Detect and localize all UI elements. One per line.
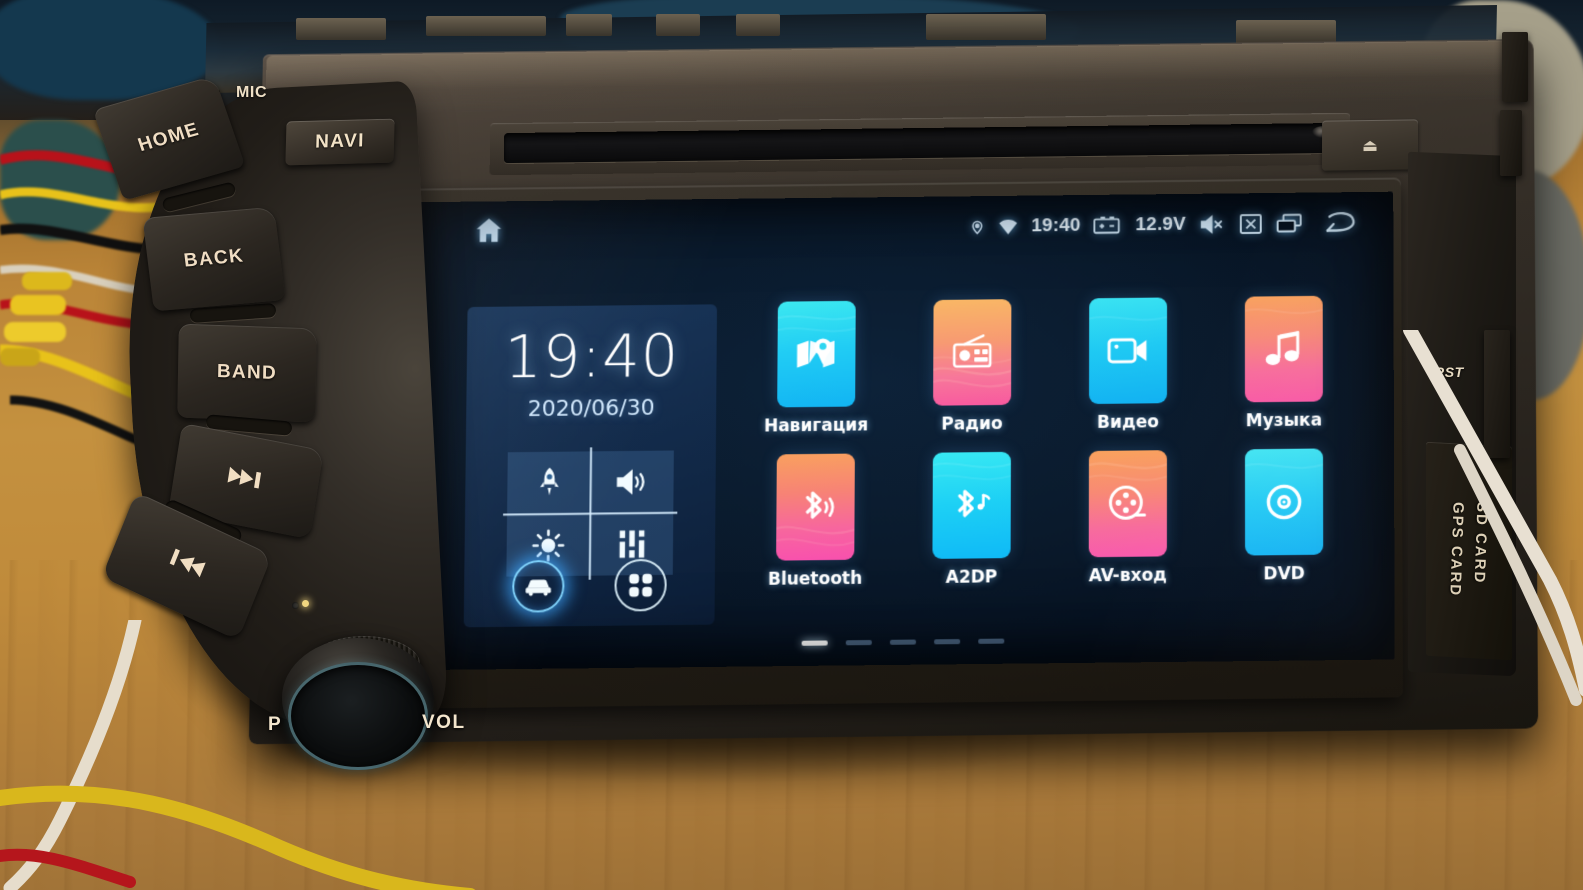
app-label: Музыка bbox=[1245, 410, 1323, 432]
app-dvd[interactable]: DVD bbox=[1218, 448, 1350, 585]
eject-button[interactable]: ⏏ bbox=[1321, 119, 1419, 171]
next-track-glyph bbox=[227, 466, 262, 489]
volume-knob[interactable] bbox=[288, 662, 428, 770]
home-button-label: HOME bbox=[135, 119, 203, 157]
quick-setting-boost[interactable] bbox=[507, 451, 591, 514]
page-indicator bbox=[411, 634, 1394, 650]
wifi-icon bbox=[997, 218, 1018, 235]
disc-icon bbox=[1264, 482, 1304, 523]
status-bar: 19:40 12.9V bbox=[416, 192, 1393, 264]
unit-shadow bbox=[0, 640, 1583, 890]
reset-button[interactable] bbox=[1439, 387, 1452, 400]
back-button[interactable]: BACK bbox=[142, 206, 286, 312]
recent-apps-icon[interactable] bbox=[1276, 213, 1303, 235]
volume-mute-icon[interactable] bbox=[1199, 213, 1226, 235]
car-shortcut-button[interactable] bbox=[511, 559, 565, 613]
eject-icon: ⏏ bbox=[1361, 135, 1379, 155]
disc-slot[interactable] bbox=[503, 122, 1342, 164]
page-dot[interactable] bbox=[801, 640, 828, 646]
brightness-icon bbox=[532, 528, 565, 561]
widget-shortcuts bbox=[464, 558, 715, 613]
band-button[interactable]: BAND bbox=[177, 323, 317, 423]
app-tile[interactable] bbox=[1089, 297, 1168, 405]
app-tile[interactable] bbox=[933, 299, 1012, 406]
app-tile[interactable] bbox=[776, 453, 855, 561]
status-voltage: 12.9V bbox=[1135, 213, 1187, 236]
app-tile[interactable] bbox=[1088, 450, 1167, 558]
app-tile[interactable] bbox=[932, 451, 1011, 559]
band-button-label: BAND bbox=[216, 360, 278, 385]
app-tile[interactable] bbox=[777, 300, 856, 408]
clock-time: 19:40 bbox=[503, 320, 680, 392]
battery-voltage-icon bbox=[1094, 215, 1123, 235]
photo-scene: ⏏ 19:40 12.9V 19:40 2020/06/30 Навигация… bbox=[0, 0, 1583, 890]
app-video[interactable]: Видео bbox=[1062, 297, 1194, 433]
touchscreen[interactable]: 19:40 12.9V 19:40 2020/06/30 Навигация Р… bbox=[410, 191, 1395, 671]
power-led bbox=[302, 600, 309, 607]
car-icon bbox=[525, 579, 551, 596]
camcorder-icon bbox=[1106, 334, 1147, 368]
prev-track-icon bbox=[164, 545, 211, 588]
page-dot[interactable] bbox=[889, 639, 917, 645]
close-box-icon[interactable] bbox=[1239, 213, 1263, 235]
boost-rocket-icon bbox=[539, 467, 558, 495]
yellow-cable-foreground bbox=[0, 785, 476, 890]
app-a2dp[interactable]: A2DP bbox=[905, 451, 1038, 589]
back-button-label: BACK bbox=[182, 245, 246, 272]
app-music[interactable]: Музыка bbox=[1218, 295, 1350, 432]
clock-widget[interactable]: 19:40 2020/06/30 bbox=[463, 304, 718, 628]
background-clutter bbox=[1470, 170, 1583, 400]
quick-setting-volume[interactable] bbox=[590, 450, 674, 513]
bluetooth-audio-icon bbox=[794, 486, 836, 529]
music-note-icon bbox=[1265, 330, 1300, 366]
clock-date: 2020/06/30 bbox=[527, 395, 655, 423]
rst-label: RST bbox=[1434, 364, 1464, 380]
page-dot[interactable] bbox=[934, 639, 961, 645]
mounting-bracket bbox=[1484, 330, 1510, 458]
navi-button[interactable]: NAVI bbox=[285, 118, 395, 166]
app-navigation[interactable]: Навигация bbox=[750, 300, 883, 437]
page-dot[interactable] bbox=[845, 639, 872, 646]
quick-settings-grid bbox=[506, 450, 674, 577]
app-label: Bluetooth bbox=[767, 568, 863, 590]
volume-icon bbox=[615, 468, 644, 495]
status-time: 19:40 bbox=[1031, 214, 1081, 237]
apps-shortcut-button[interactable] bbox=[614, 558, 667, 612]
app-bluetooth[interactable]: Bluetooth bbox=[749, 453, 882, 590]
app-label: A2DP bbox=[945, 567, 998, 588]
map-pin-icon bbox=[797, 338, 835, 368]
app-label: Радио bbox=[941, 413, 1003, 435]
car-head-unit: ⏏ 19:40 12.9V 19:40 2020/06/30 Навигация… bbox=[92, 4, 1539, 770]
apps-grid-icon bbox=[629, 573, 653, 597]
back-arrow-icon[interactable] bbox=[1324, 210, 1358, 236]
app-label: DVD bbox=[1263, 563, 1305, 585]
workbench-background bbox=[0, 0, 1583, 120]
red-cable-foreground bbox=[0, 848, 136, 888]
location-pin-icon bbox=[969, 216, 984, 237]
app-label: Видео bbox=[1097, 412, 1159, 433]
status-bar-right: 19:40 12.9V bbox=[969, 210, 1357, 240]
radio-icon bbox=[950, 332, 994, 372]
bluetooth-a2dp-icon bbox=[950, 484, 994, 527]
equalizer-icon bbox=[619, 530, 644, 558]
navi-button-label: NAVI bbox=[314, 130, 366, 153]
power-label: P bbox=[268, 714, 283, 735]
app-tile[interactable] bbox=[1244, 448, 1324, 556]
app-av-input[interactable]: AV-вход bbox=[1062, 450, 1194, 587]
next-track-icon bbox=[224, 463, 268, 498]
film-reel-icon bbox=[1107, 483, 1149, 524]
page-dot[interactable] bbox=[978, 638, 1005, 644]
home-icon[interactable] bbox=[472, 215, 505, 250]
app-radio[interactable]: Радио bbox=[906, 299, 1038, 435]
app-label: Навигация bbox=[763, 415, 869, 437]
status-led bbox=[292, 602, 299, 609]
disc-slot-frame bbox=[489, 112, 1351, 176]
app-grid: Навигация Радио Видео Музыка Bluetooth A… bbox=[749, 295, 1350, 591]
card-slot-door[interactable] bbox=[1426, 441, 1512, 661]
prev-track-glyph bbox=[169, 548, 206, 578]
app-tile[interactable] bbox=[1244, 295, 1323, 403]
app-label: AV-вход bbox=[1088, 565, 1167, 587]
